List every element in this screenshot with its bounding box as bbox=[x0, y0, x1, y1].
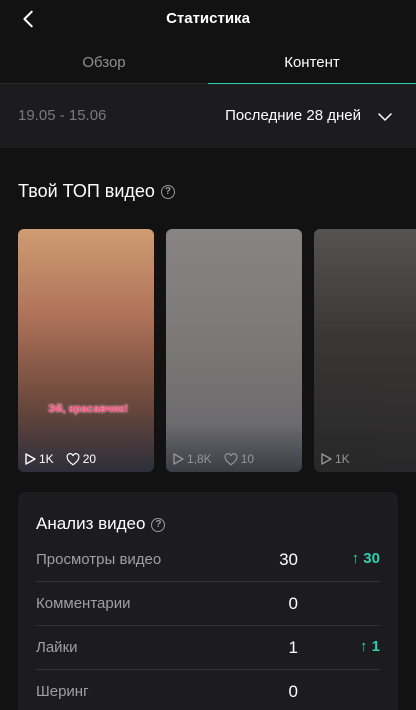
video-stats: 1K bbox=[320, 452, 350, 466]
play-icon bbox=[25, 453, 36, 465]
header: Статистика bbox=[0, 0, 416, 38]
metric-label: Просмотры видео bbox=[36, 551, 162, 568]
video-card[interactable]: Эй, красавчик! 1K 20 bbox=[18, 229, 154, 472]
video-card[interactable]: 1K bbox=[314, 229, 416, 472]
video-views: 1K bbox=[39, 452, 54, 466]
metric-delta: ↑ 1 bbox=[359, 638, 380, 655]
metric-value: 0 bbox=[288, 682, 298, 701]
page-title: Статистика bbox=[166, 10, 250, 27]
analysis-title: Анализ видео? bbox=[36, 514, 166, 534]
metric-row-shares: Шеринг 0 bbox=[36, 670, 380, 710]
help-icon[interactable]: ? bbox=[151, 517, 166, 532]
metric-row-comments: Комментарии 0 bbox=[36, 582, 380, 626]
metric-row-likes: Лайки 1 ↑ 1 bbox=[36, 626, 380, 670]
video-analysis-card: Анализ видео? Просмотры видео 30 ↑ 30 Ко… bbox=[18, 492, 398, 710]
video-likes: 20 bbox=[82, 452, 97, 466]
period-select[interactable]: Последние 28 дней bbox=[225, 107, 361, 124]
video-stats: 1,8K 10 bbox=[172, 452, 254, 466]
metric-label: Комментарии bbox=[36, 595, 131, 612]
metric-value: 1 bbox=[288, 638, 298, 657]
video-likes: 10 bbox=[240, 452, 255, 466]
video-views: 1K bbox=[335, 452, 350, 466]
top-videos-carousel[interactable]: Эй, красавчик! 1K 20 1,8K 10 1K bbox=[18, 229, 416, 473]
metric-row-views: Просмотры видео 30 ↑ 30 bbox=[36, 538, 380, 582]
analysis-title-text: Анализ видео bbox=[36, 514, 146, 533]
play-icon bbox=[321, 453, 332, 465]
chevron-down-icon[interactable] bbox=[376, 108, 394, 126]
heart-icon bbox=[66, 452, 80, 465]
help-icon[interactable]: ? bbox=[160, 185, 175, 200]
metric-label: Лайки bbox=[36, 639, 78, 656]
metric-value: 30 bbox=[279, 550, 298, 569]
date-range-text: 19.05 - 15.06 bbox=[18, 107, 107, 124]
metric-delta: ↑ 30 bbox=[351, 550, 380, 567]
tab-bar: Обзор Контент bbox=[0, 44, 416, 85]
metric-value: 0 bbox=[288, 594, 298, 613]
date-range-bar: 19.05 - 15.06 Последние 28 дней bbox=[0, 84, 416, 148]
heart-icon bbox=[224, 452, 238, 465]
video-views: 1,8K bbox=[187, 452, 212, 466]
video-caption: Эй, красавчик! bbox=[48, 403, 129, 415]
play-icon bbox=[173, 453, 184, 465]
tab-content[interactable]: Контент bbox=[208, 44, 416, 85]
top-videos-title-text: Твой ТОП видео bbox=[18, 181, 155, 201]
tab-overview[interactable]: Обзор bbox=[0, 44, 208, 84]
video-stats: 1K 20 bbox=[24, 452, 96, 466]
video-card[interactable]: 1,8K 10 bbox=[166, 229, 302, 472]
top-videos-title: Твой ТОП видео? bbox=[18, 181, 175, 202]
metric-label: Шеринг bbox=[36, 683, 89, 700]
